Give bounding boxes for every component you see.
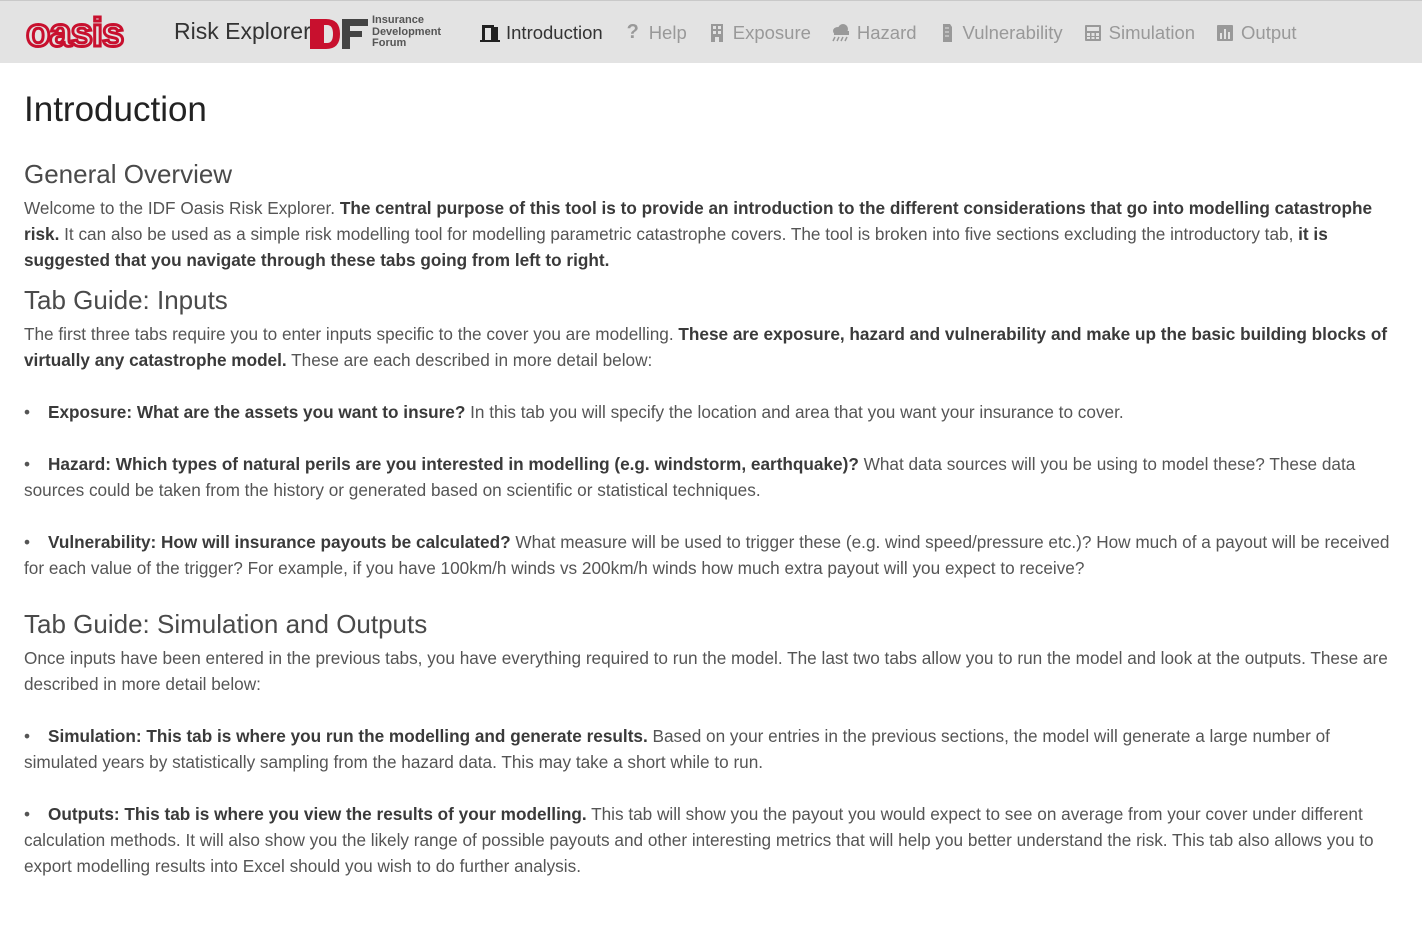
item-bold: Simulation: This tab is where you run th… — [48, 726, 648, 746]
tab-label: Output — [1241, 21, 1297, 43]
tab-help[interactable]: ? Help — [623, 21, 687, 44]
tab-vulnerability[interactable]: Vulnerability — [937, 22, 1063, 44]
inputs-intro-text-2: These are each described in more detail … — [286, 350, 653, 370]
overview-text-2: It can also be used as a simple risk mod… — [59, 224, 1299, 244]
overview-heading: General Overview — [24, 159, 233, 189]
inputs-intro: The first three tabs require you to ente… — [24, 321, 1406, 373]
tab-label: Hazard — [856, 21, 917, 43]
top-navbar: oasis Risk Explorer Insurance Developmen… — [0, 0, 1422, 63]
tab-simulation[interactable]: Simulation — [1083, 22, 1195, 44]
item-bold: Vulnerability: How will insurance payout… — [48, 532, 511, 552]
item-bold: Outputs: This tab is where you view the … — [48, 804, 587, 824]
list-item-exposure: • Exposure: What are the assets you want … — [24, 402, 1124, 422]
list-item-simulation: • Simulation: This tab is where you run t… — [24, 726, 1330, 772]
tab-label: Introduction — [506, 21, 603, 43]
list-item-vulnerability: • Vulnerability: How will insurance payou… — [24, 532, 1390, 578]
question-icon: ? — [626, 21, 639, 43]
tab-label: Help — [648, 21, 687, 43]
tab-label: Exposure — [732, 21, 811, 43]
idf-text: Insurance Development Forum — [372, 14, 441, 50]
outputs-list: • Simulation: This tab is where you run t… — [24, 723, 1406, 879]
inputs-list: • Exposure: What are the assets you want … — [24, 399, 1406, 581]
door-icon — [480, 23, 500, 43]
tab-introduction[interactable]: Introduction — [480, 22, 603, 44]
item-bold: Exposure: What are the assets you want t… — [48, 402, 466, 422]
app-title: Risk Explorer — [174, 18, 311, 44]
inputs-heading: Tab Guide: Inputs — [24, 285, 228, 315]
idf-logo — [310, 19, 368, 49]
file-icon — [937, 23, 957, 43]
overview-text-1: Welcome to the IDF Oasis Risk Explorer. — [24, 198, 340, 218]
cloud-rain-icon — [831, 23, 851, 43]
tab-label: Simulation — [1108, 21, 1196, 43]
svg-text:oasis: oasis — [26, 15, 123, 51]
item-bold: Hazard: Which types of natural perils ar… — [48, 454, 859, 474]
oasis-logo: oasis — [26, 15, 126, 51]
bar-chart-icon — [1215, 23, 1235, 43]
tab-label: Vulnerability — [962, 21, 1063, 43]
list-item-hazard: • Hazard: Which types of natural perils a… — [24, 454, 1356, 500]
inputs-intro-text-1: The first three tabs require you to ente… — [24, 324, 679, 344]
main-content: Introduction General Overview Welcome to… — [24, 88, 1406, 905]
item-text: In this tab you will specify the locatio… — [465, 402, 1124, 422]
tab-hazard[interactable]: Hazard — [831, 22, 917, 44]
idf-line-1: Insurance — [372, 14, 424, 26]
idf-line-3: Forum — [372, 37, 407, 49]
main-nav: Introduction ? Help Exposure Hazard Vuln… — [480, 1, 1317, 64]
tab-exposure[interactable]: Exposure — [707, 22, 811, 44]
outputs-heading: Tab Guide: Simulation and Outputs — [24, 609, 428, 639]
page-title: Introduction — [24, 90, 207, 129]
tab-output[interactable]: Output — [1215, 22, 1297, 44]
calculator-icon — [1083, 23, 1103, 43]
overview-paragraph: Welcome to the IDF Oasis Risk Explorer. … — [24, 195, 1406, 273]
outputs-intro: Once inputs have been entered in the pre… — [24, 648, 1388, 694]
inputs-section: Tab Guide: Inputs The first three tabs r… — [24, 283, 1406, 581]
outputs-section: Tab Guide: Simulation and Outputs Once i… — [24, 607, 1406, 879]
list-item-outputs: • Outputs: This tab is where you view the… — [24, 804, 1374, 876]
building-icon — [707, 23, 727, 43]
